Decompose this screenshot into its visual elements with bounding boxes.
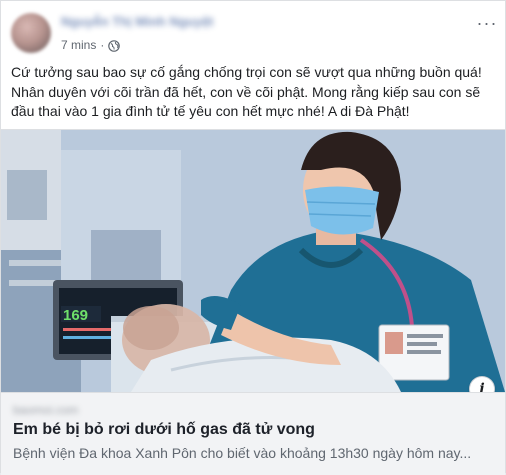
link-attachment[interactable]: 169 i baomoi.com Em bé bị bỏ rơi dưới hố… xyxy=(1,129,505,475)
link-preview-image[interactable]: 169 i xyxy=(1,130,505,392)
monitor-reading: 169 xyxy=(63,307,88,324)
more-options-button[interactable]: ··· xyxy=(475,11,499,35)
link-caption[interactable]: baomoi.com Em bé bị bỏ rơi dưới hố gas đ… xyxy=(1,392,505,475)
link-description: Bệnh viện Đa khoa Xanh Pôn cho biết vào … xyxy=(13,445,472,461)
author-name[interactable]: Nguyễn Thị Minh Nguyệt xyxy=(61,14,213,30)
link-domain: baomoi.com xyxy=(13,403,79,417)
globe-icon[interactable] xyxy=(108,39,121,52)
more-horizontal-icon: ··· xyxy=(476,13,498,33)
meta-separator: · xyxy=(100,38,105,52)
avatar[interactable] xyxy=(11,13,51,53)
post-meta: 7 mins · xyxy=(61,37,121,53)
post-card: Nguyễn Thị Minh Nguyệt 7 mins · ··· Cứ t… xyxy=(0,0,506,475)
post-timestamp[interactable]: 7 mins xyxy=(61,38,96,52)
link-title[interactable]: Em bé bị bỏ rơi dưới hố gas đã tử vong xyxy=(13,421,315,439)
post-text: Cứ tưởng sau bao sự cố gắng chống trọi c… xyxy=(11,64,482,119)
post-header: Nguyễn Thị Minh Nguyệt 7 mins · ··· xyxy=(1,1,506,61)
